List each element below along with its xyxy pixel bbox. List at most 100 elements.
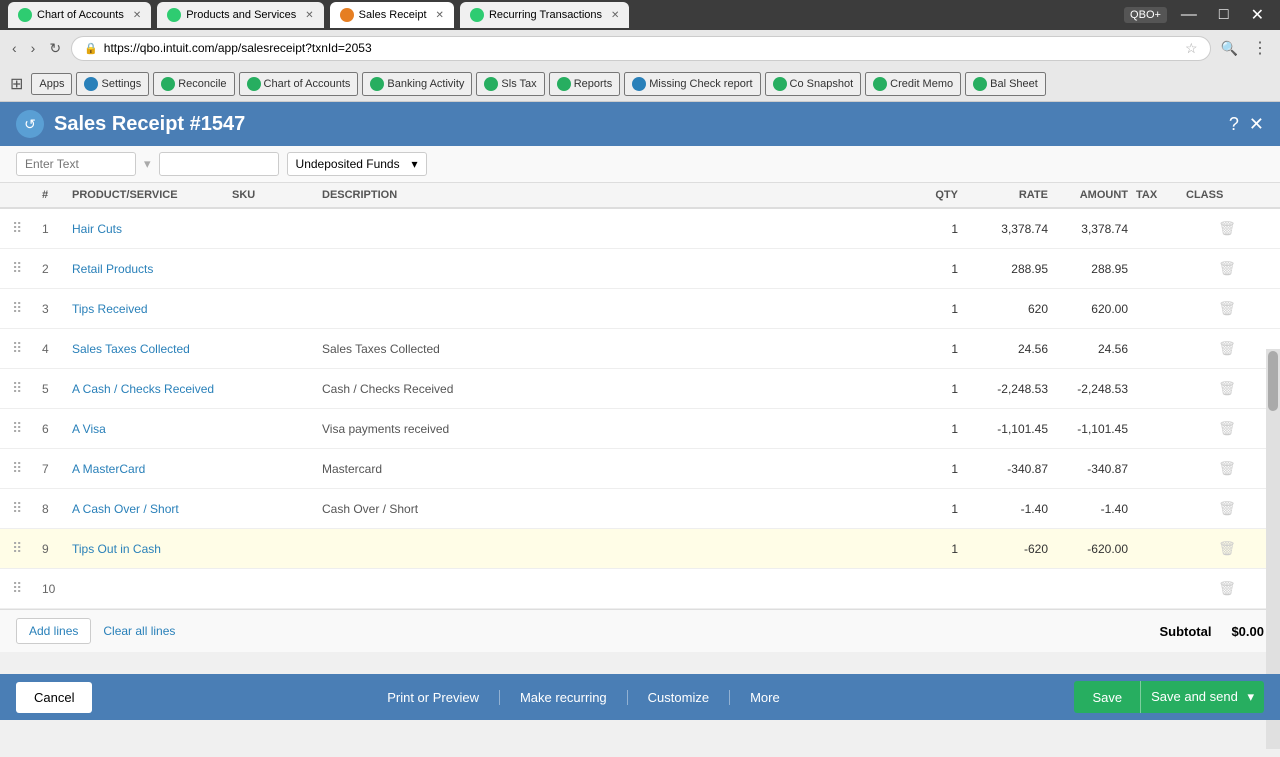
sku-cell[interactable] bbox=[228, 545, 318, 553]
toolbar-slstax[interactable]: Sls Tax bbox=[476, 72, 544, 96]
qty-cell[interactable] bbox=[892, 585, 962, 593]
minimize-btn[interactable]: — bbox=[1173, 6, 1205, 24]
delete-row-button[interactable]: 🗑 bbox=[1182, 336, 1272, 361]
toolbar-credit[interactable]: Credit Memo bbox=[865, 72, 961, 96]
back-button[interactable]: ‹ bbox=[8, 38, 21, 58]
sku-cell[interactable] bbox=[228, 585, 318, 593]
qty-cell[interactable]: 1 bbox=[892, 458, 962, 480]
product-service-cell[interactable]: Tips Received bbox=[68, 298, 228, 320]
toolbar-banking[interactable]: Banking Activity bbox=[362, 72, 472, 96]
toolbar-cosnapshot[interactable]: Co Snapshot bbox=[765, 72, 862, 96]
toolbar-settings[interactable]: Settings bbox=[76, 72, 149, 96]
qty-cell[interactable]: 1 bbox=[892, 338, 962, 360]
sku-cell[interactable] bbox=[228, 225, 318, 233]
drag-handle[interactable]: ⠿ bbox=[8, 576, 38, 601]
toolbar-reports[interactable]: Reports bbox=[549, 72, 621, 96]
scroll-thumb[interactable] bbox=[1268, 351, 1278, 411]
address-bar[interactable]: 🔒 ☆ bbox=[71, 36, 1210, 61]
qty-cell[interactable]: 1 bbox=[892, 498, 962, 520]
close-receipt-button[interactable]: ✕ bbox=[1249, 114, 1264, 135]
delete-row-button[interactable]: 🗑 bbox=[1182, 216, 1272, 241]
tax-cell[interactable] bbox=[1132, 345, 1182, 353]
close-btn[interactable]: ✕ bbox=[1243, 5, 1272, 25]
delete-row-button[interactable]: 🗑 bbox=[1182, 416, 1272, 441]
rate-cell[interactable]: -2,248.53 bbox=[962, 378, 1052, 400]
rate-cell[interactable]: -1,101.45 bbox=[962, 418, 1052, 440]
tax-cell[interactable] bbox=[1132, 505, 1182, 513]
toolbar-balsheet[interactable]: Bal Sheet bbox=[965, 72, 1046, 96]
description-cell[interactable]: Visa payments received bbox=[318, 418, 892, 440]
rate-cell[interactable]: -620 bbox=[962, 538, 1052, 560]
toolbar-reconcile[interactable]: Reconcile bbox=[153, 72, 234, 96]
menu-icon[interactable]: ⋮ bbox=[1248, 38, 1272, 58]
url-input[interactable] bbox=[104, 41, 1179, 55]
tab-close-products[interactable]: ✕ bbox=[305, 10, 313, 21]
delete-row-button[interactable]: 🗑 bbox=[1182, 456, 1272, 481]
drag-handle[interactable]: ⠿ bbox=[8, 496, 38, 521]
product-service-cell[interactable]: Retail Products bbox=[68, 258, 228, 280]
tax-cell[interactable] bbox=[1132, 385, 1182, 393]
tax-cell[interactable] bbox=[1132, 265, 1182, 273]
maximize-btn[interactable]: □ bbox=[1211, 6, 1237, 24]
save-send-button[interactable]: Save and send ▾ bbox=[1140, 681, 1264, 713]
sku-cell[interactable] bbox=[228, 265, 318, 273]
sku-cell[interactable] bbox=[228, 465, 318, 473]
product-service-cell[interactable]: A MasterCard bbox=[68, 458, 228, 480]
description-cell[interactable]: Cash Over / Short bbox=[318, 498, 892, 520]
description-cell[interactable] bbox=[318, 305, 892, 313]
rate-cell[interactable]: 24.56 bbox=[962, 338, 1052, 360]
description-cell[interactable]: Mastercard bbox=[318, 458, 892, 480]
delete-row-button[interactable]: 🗑 bbox=[1182, 536, 1272, 561]
description-cell[interactable] bbox=[318, 265, 892, 273]
rate-cell[interactable] bbox=[962, 585, 1052, 593]
tab-recurring[interactable]: Recurring Transactions ✕ bbox=[460, 2, 630, 28]
drag-handle[interactable]: ⠿ bbox=[8, 376, 38, 401]
product-service-cell[interactable]: Sales Taxes Collected bbox=[68, 338, 228, 360]
description-cell[interactable] bbox=[318, 225, 892, 233]
delete-row-button[interactable]: 🗑 bbox=[1182, 256, 1272, 281]
qty-cell[interactable]: 1 bbox=[892, 538, 962, 560]
tax-cell[interactable] bbox=[1132, 305, 1182, 313]
toolbar-missing[interactable]: Missing Check report bbox=[624, 72, 760, 96]
tab-close-chart[interactable]: ✕ bbox=[133, 10, 141, 21]
sku-cell[interactable] bbox=[228, 385, 318, 393]
zoom-icon[interactable]: 🔍 bbox=[1217, 40, 1242, 57]
delete-row-button[interactable]: 🗑 bbox=[1182, 496, 1272, 521]
drag-handle[interactable]: ⠿ bbox=[8, 256, 38, 281]
tab-chart[interactable]: Chart of Accounts ✕ bbox=[8, 2, 151, 28]
qty-cell[interactable]: 1 bbox=[892, 218, 962, 240]
cancel-button[interactable]: Cancel bbox=[16, 682, 92, 713]
forward-button[interactable]: › bbox=[27, 38, 40, 58]
rate-cell[interactable]: -1.40 bbox=[962, 498, 1052, 520]
product-service-cell[interactable]: A Cash / Checks Received bbox=[68, 378, 228, 400]
save-button[interactable]: Save bbox=[1074, 681, 1140, 713]
product-service-cell[interactable]: Hair Cuts bbox=[68, 218, 228, 240]
tab-close-sales[interactable]: ✕ bbox=[436, 10, 444, 21]
rate-cell[interactable]: 288.95 bbox=[962, 258, 1052, 280]
toolbar-chart[interactable]: Chart of Accounts bbox=[239, 72, 359, 96]
qty-cell[interactable]: 1 bbox=[892, 378, 962, 400]
rate-cell[interactable]: 620 bbox=[962, 298, 1052, 320]
drag-handle[interactable]: ⠿ bbox=[8, 416, 38, 441]
tax-cell[interactable] bbox=[1132, 425, 1182, 433]
star-icon[interactable]: ☆ bbox=[1185, 40, 1198, 57]
qty-cell[interactable]: 1 bbox=[892, 258, 962, 280]
customize-button[interactable]: Customize bbox=[628, 690, 730, 705]
deposit-to-dropdown[interactable]: Undeposited Funds ▾ bbox=[287, 152, 427, 176]
drag-handle[interactable]: ⠿ bbox=[8, 296, 38, 321]
description-cell[interactable] bbox=[318, 585, 892, 593]
text-input[interactable] bbox=[16, 152, 136, 176]
tab-close-recurring[interactable]: ✕ bbox=[611, 10, 619, 21]
product-service-cell[interactable]: A Cash Over / Short bbox=[68, 498, 228, 520]
tax-cell[interactable] bbox=[1132, 585, 1182, 593]
tab-sales[interactable]: Sales Receipt ✕ bbox=[330, 2, 454, 28]
description-cell[interactable]: Cash / Checks Received bbox=[318, 378, 892, 400]
sku-cell[interactable] bbox=[228, 505, 318, 513]
secondary-input[interactable] bbox=[159, 152, 279, 176]
sku-cell[interactable] bbox=[228, 345, 318, 353]
tax-cell[interactable] bbox=[1132, 545, 1182, 553]
make-recurring-button[interactable]: Make recurring bbox=[500, 690, 628, 705]
product-service-cell[interactable]: Tips Out in Cash bbox=[68, 538, 228, 560]
delete-row-button[interactable]: 🗑 bbox=[1182, 576, 1272, 601]
product-service-cell[interactable]: A Visa bbox=[68, 418, 228, 440]
